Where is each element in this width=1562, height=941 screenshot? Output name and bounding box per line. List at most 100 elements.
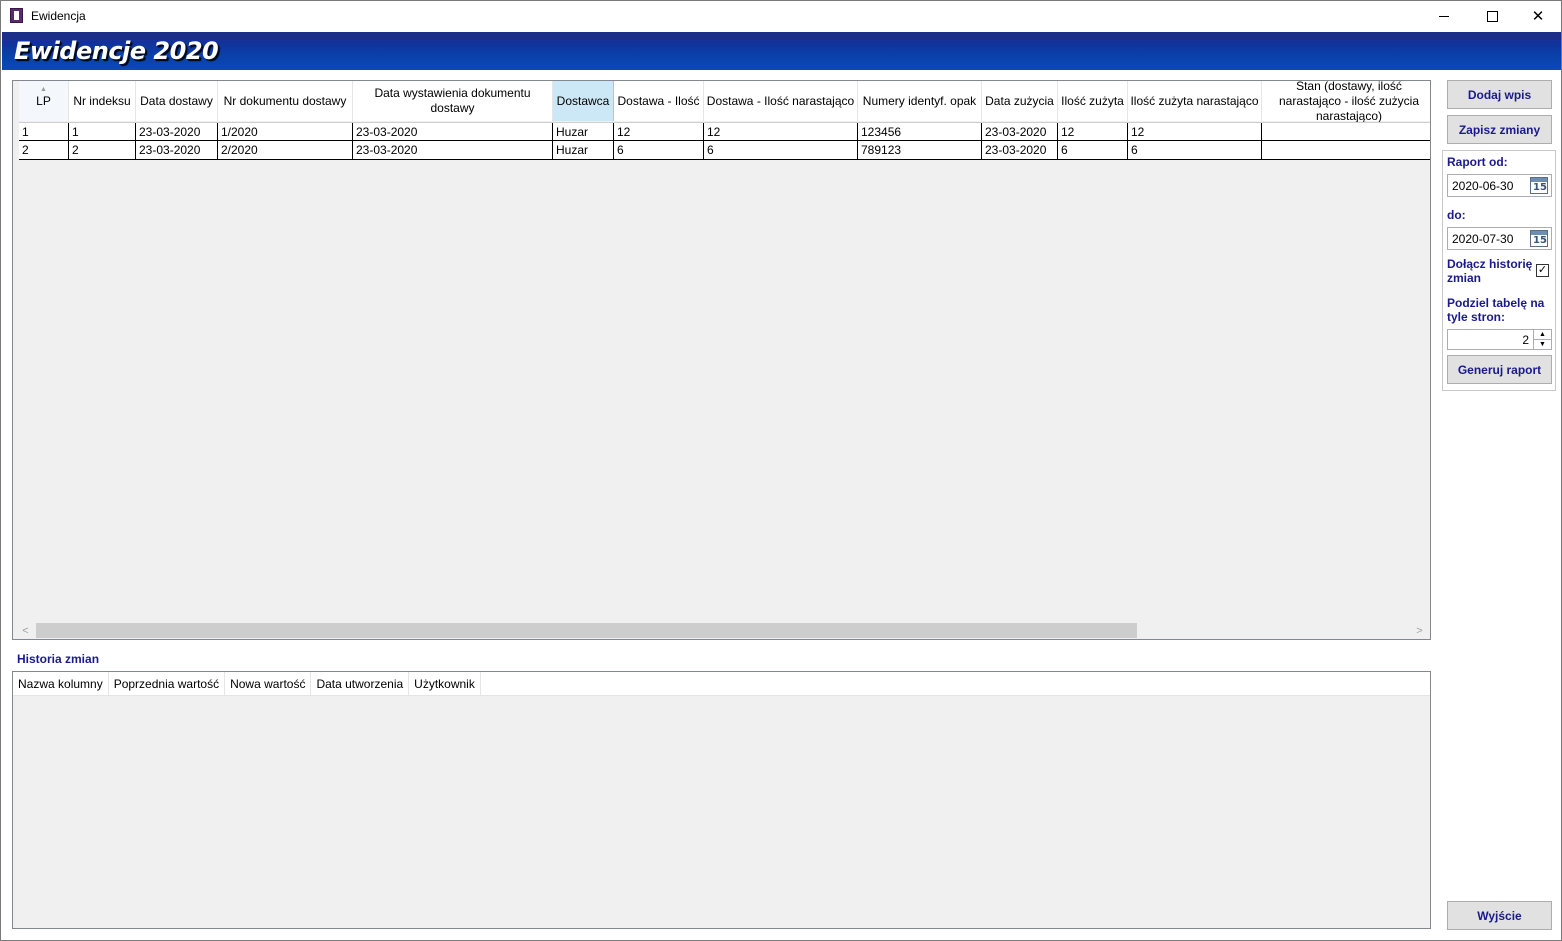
column-header-label: Stan (dostawy, ilość narastająco - ilość… xyxy=(1278,80,1420,123)
report-to-date-picker[interactable]: 2020-07-30 15 xyxy=(1447,227,1552,250)
report-to-value[interactable]: 2020-07-30 xyxy=(1452,232,1513,246)
split-pages-stepper[interactable]: 2 ▲ ▼ xyxy=(1447,329,1552,350)
close-icon: ✕ xyxy=(1531,8,1545,25)
column-header-label: Data wystawienia dokumentu dostawy xyxy=(374,86,531,115)
table-cell[interactable]: 6 xyxy=(614,141,704,159)
table-cell[interactable]: 1/2020 xyxy=(218,123,353,140)
column-header-label: Ilość zużyta xyxy=(1061,93,1124,108)
table-cell[interactable]: Huzar xyxy=(553,123,614,140)
column-header-label: Nr dokumentu dostawy xyxy=(223,93,347,108)
history-header: Nazwa kolumny Poprzednia wartość Nowa wart… xyxy=(13,672,1430,696)
history-column-header[interactable]: Poprzednia wartość xyxy=(109,672,226,695)
exit-button[interactable]: Wyjście xyxy=(1447,901,1552,930)
column-header-label: Data dostawy xyxy=(140,93,213,108)
grid-rows: 1 1 23-03-2020 1/2020 23-03-2020 Huzar 12 12 123… xyxy=(19,122,1430,160)
table-cell[interactable]: 2/2020 xyxy=(218,141,353,159)
column-header[interactable]: Numery identyf. opak xyxy=(858,81,982,121)
table-cell[interactable]: 6 xyxy=(704,141,858,159)
column-header[interactable]: Data dostawy xyxy=(136,81,218,121)
history-column-header[interactable]: Użytkownik xyxy=(409,672,481,695)
table-cell[interactable] xyxy=(1262,123,1430,140)
column-header[interactable]: Data wystawienia dokumentu dostawy xyxy=(353,81,553,121)
table-cell[interactable]: Huzar xyxy=(553,141,614,159)
grid-header: ▲ LP Nr indeksu Data dostawy Nr dokumentu do… xyxy=(19,80,1430,123)
horizontal-scrollbar[interactable]: < > xyxy=(13,622,1430,639)
table-cell[interactable]: 123456 xyxy=(858,123,982,140)
table-cell[interactable]: 23-03-2020 xyxy=(982,141,1058,159)
table-cell[interactable] xyxy=(1262,141,1430,159)
scrollbar-thumb[interactable] xyxy=(36,623,1137,638)
banner-title: Ewidencje 2020 xyxy=(14,37,219,65)
spin-up-icon[interactable]: ▲ xyxy=(1534,330,1551,340)
column-header-label: Dostawa - Ilość xyxy=(617,93,700,108)
maximize-icon xyxy=(1486,10,1498,22)
scroll-left-icon[interactable]: < xyxy=(17,623,34,638)
table-cell[interactable]: 6 xyxy=(1128,141,1262,159)
report-from-value[interactable]: 2020-06-30 xyxy=(1452,179,1513,193)
table-cell[interactable]: 23-03-2020 xyxy=(982,123,1058,140)
include-history-checkbox[interactable]: ✓ xyxy=(1536,264,1549,277)
table-cell[interactable]: 23-03-2020 xyxy=(353,123,553,140)
column-header-label: Numery identyf. opak xyxy=(862,93,977,108)
column-header[interactable]: Dostawca xyxy=(553,81,614,121)
table-row[interactable]: 2 2 23-03-2020 2/2020 23-03-2020 Huzar 6 6 78912… xyxy=(19,141,1430,160)
table-cell[interactable]: 23-03-2020 xyxy=(136,123,218,140)
app-icon xyxy=(10,8,23,23)
table-cell[interactable]: 12 xyxy=(614,123,704,140)
table-cell[interactable]: 12 xyxy=(704,123,858,140)
include-history-label: Dołącz historię zmian xyxy=(1447,257,1533,285)
column-header[interactable]: Nr indeksu xyxy=(69,81,136,121)
report-from-date-picker[interactable]: 2020-06-30 15 xyxy=(1447,174,1552,197)
generate-report-button[interactable]: Generuj raport xyxy=(1447,355,1552,384)
split-pages-value[interactable]: 2 xyxy=(1522,333,1529,347)
title-bar[interactable]: Ewidencja ✕ xyxy=(1,1,1561,31)
minimize-icon xyxy=(1439,15,1449,17)
checkmark-icon: ✓ xyxy=(1537,264,1548,276)
window-title: Ewidencja xyxy=(31,9,86,23)
column-header[interactable]: Nr dokumentu dostawy xyxy=(218,81,353,121)
records-grid[interactable]: ▲ LP Nr indeksu Data dostawy Nr dokumentu do… xyxy=(12,80,1431,640)
table-row[interactable]: 1 1 23-03-2020 1/2020 23-03-2020 Huzar 12 12 123… xyxy=(19,122,1430,141)
table-cell[interactable]: 6 xyxy=(1058,141,1128,159)
save-changes-button[interactable]: Zapisz zmiany xyxy=(1447,115,1552,144)
column-header-label: Nr indeksu xyxy=(73,93,131,108)
table-cell[interactable]: 789123 xyxy=(858,141,982,159)
calendar-icon[interactable]: 15 xyxy=(1530,230,1548,247)
table-cell[interactable]: 2 xyxy=(19,141,69,159)
history-column-header[interactable]: Nowa wartość xyxy=(225,672,312,695)
split-pages-label: Podziel tabelę na tyle stron: xyxy=(1447,296,1545,324)
column-header[interactable]: Ilość zużyta xyxy=(1058,81,1128,121)
table-cell[interactable]: 12 xyxy=(1058,123,1128,140)
history-grid[interactable]: Nazwa kolumny Poprzednia wartość Nowa wart… xyxy=(12,671,1431,929)
column-header-label: Data zużycia xyxy=(985,93,1054,108)
banner-stripe xyxy=(2,32,1561,40)
history-column-header[interactable]: Nazwa kolumny xyxy=(13,672,109,695)
history-column-header[interactable]: Data utworzenia xyxy=(311,672,410,695)
report-from-label: Raport od: xyxy=(1447,155,1508,169)
maximize-button[interactable] xyxy=(1469,1,1515,31)
report-to-label: do: xyxy=(1447,208,1466,222)
column-header[interactable]: Stan (dostawy, ilość narastająco - ilość… xyxy=(1262,80,1430,123)
table-cell[interactable]: 1 xyxy=(19,123,69,140)
sort-up-icon: ▲ xyxy=(40,86,47,93)
spinner-buttons: ▲ ▼ xyxy=(1533,330,1551,349)
column-header[interactable]: Dostawa - Ilość xyxy=(614,81,704,121)
table-cell[interactable]: 2 xyxy=(69,141,136,159)
column-header[interactable]: ▲ LP xyxy=(19,81,69,121)
history-label: Historia zmian xyxy=(17,652,100,666)
calendar-icon[interactable]: 15 xyxy=(1530,177,1548,194)
minimize-button[interactable] xyxy=(1421,1,1467,31)
table-cell[interactable]: 23-03-2020 xyxy=(136,141,218,159)
column-header[interactable]: Ilość zużyta narastająco xyxy=(1128,81,1262,121)
column-header[interactable]: Dostawa - Ilość narastająco xyxy=(704,81,858,121)
table-cell[interactable]: 23-03-2020 xyxy=(353,141,553,159)
banner: Ewidencje 2020 xyxy=(2,32,1561,70)
scroll-right-icon[interactable]: > xyxy=(1411,623,1428,638)
add-entry-button[interactable]: Dodaj wpis xyxy=(1447,80,1552,109)
table-cell[interactable]: 1 xyxy=(69,123,136,140)
table-cell[interactable]: 12 xyxy=(1128,123,1262,140)
column-header-label: Dostawca xyxy=(556,93,610,108)
column-header[interactable]: Data zużycia xyxy=(982,81,1058,121)
spin-down-icon[interactable]: ▼ xyxy=(1534,340,1551,349)
close-button[interactable]: ✕ xyxy=(1515,1,1561,31)
